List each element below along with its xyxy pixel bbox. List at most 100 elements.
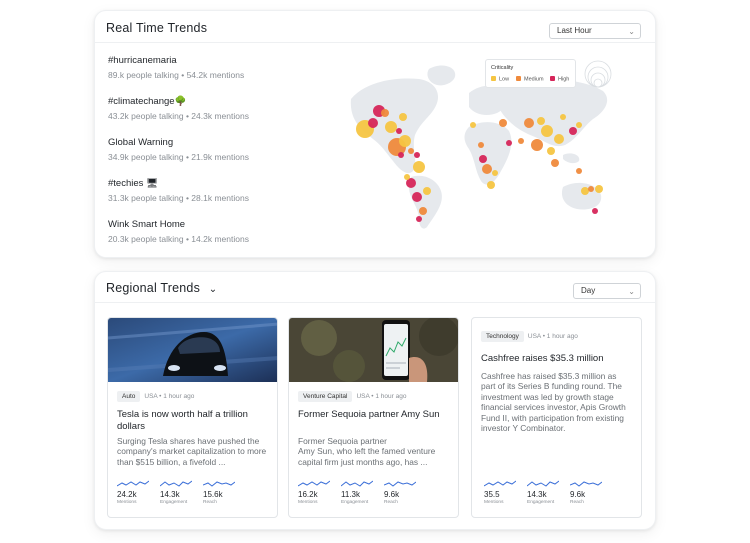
metric-reach: 9.6k Reach	[570, 480, 602, 505]
map-marker[interactable]	[541, 125, 553, 137]
map-marker[interactable]	[592, 208, 598, 214]
map-marker[interactable]	[413, 161, 425, 173]
real-time-trends-card: Real Time Trends Last Hour ⌄ #hurricanem…	[94, 10, 656, 258]
trend-name: Wink Smart Home	[108, 219, 186, 230]
map-marker[interactable]	[385, 121, 397, 133]
map-marker[interactable]	[581, 187, 589, 195]
legend-title: Criticality	[491, 65, 514, 71]
map-marker[interactable]	[506, 140, 512, 146]
regional-trends-title[interactable]: Regional Trends ⌄	[106, 281, 217, 295]
trend-item[interactable]: #techies 🖥 31.3k people talking • 28.1k …	[108, 178, 249, 203]
news-title[interactable]: Cashfree raises $35.3 million	[481, 353, 632, 365]
map-marker[interactable]	[398, 152, 404, 158]
tesla-car-image	[108, 318, 277, 382]
map-marker[interactable]	[412, 192, 422, 202]
map-marker[interactable]	[423, 187, 431, 195]
map-marker[interactable]	[537, 117, 545, 125]
news-excerpt: Surging Tesla shares have pushed the com…	[117, 436, 267, 467]
news-excerpt: Cashfree has raised $35.3 million as par…	[481, 371, 626, 434]
news-card[interactable]: Venture Capital USA • 1 hour ago Former S…	[288, 317, 459, 518]
map-marker[interactable]	[416, 216, 422, 222]
trend-name: #climatechange🌳	[108, 96, 187, 107]
map-marker[interactable]	[482, 164, 492, 174]
card-meta: Technology USA • 1 hour ago	[481, 331, 578, 342]
map-marker[interactable]	[399, 135, 411, 147]
size-scale-icon	[584, 60, 612, 88]
map-marker[interactable]	[487, 181, 495, 189]
trend-stats: 43.2k people talking • 24.3k mentions	[108, 111, 249, 121]
map-marker[interactable]	[404, 174, 410, 180]
map-marker[interactable]	[492, 170, 498, 176]
category-tag[interactable]: Technology	[481, 331, 524, 342]
real-time-trends-title: Real Time Trends	[106, 21, 208, 35]
map-marker[interactable]	[408, 148, 414, 154]
category-tag[interactable]: Venture Capital	[298, 391, 353, 402]
period-select[interactable]: Last Hour ⌄	[549, 23, 641, 39]
news-card[interactable]: Auto USA • 1 hour ago Tesla is now worth …	[107, 317, 278, 518]
map-marker[interactable]	[560, 114, 566, 120]
trend-item[interactable]: #hurricanemaria 89.k people talking • 54…	[108, 55, 244, 80]
metric-engagement: 11.3k Engagement	[341, 480, 373, 505]
metric-reach: 9.6k Reach	[384, 480, 416, 505]
news-excerpt: Former Sequoia partner Amy Sun, who left…	[298, 436, 436, 467]
trend-name: Global Warning	[108, 137, 174, 148]
trend-item[interactable]: Global Warning 34.9k people talking • 21…	[108, 137, 249, 162]
trend-stats: 31.3k people talking • 28.1k mentions	[108, 193, 249, 203]
map-marker[interactable]	[478, 142, 484, 148]
metric-engagement: 14.3k Engagement	[527, 480, 559, 505]
map-marker[interactable]	[414, 152, 420, 158]
regional-trends-card: Regional Trends ⌄ Day ⌄ Auto USA • 1 hou…	[94, 271, 656, 530]
legend-item-low: Low	[491, 76, 509, 83]
map-marker[interactable]	[479, 155, 487, 163]
period-select-value: Day	[581, 286, 596, 295]
map-marker[interactable]	[588, 186, 594, 192]
period-select[interactable]: Day ⌄	[573, 283, 641, 299]
period-select-value: Last Hour	[557, 26, 592, 35]
legend-item-medium: Medium	[516, 76, 544, 83]
map-marker[interactable]	[419, 207, 427, 215]
trend-stats: 89.k people talking • 54.2k mentions	[108, 70, 245, 80]
metric-mentions: 24.2k Mentions	[117, 480, 149, 505]
map-marker[interactable]	[518, 138, 524, 144]
trend-stats: 20.3k people talking • 14.2k mentions	[108, 234, 249, 244]
map-marker[interactable]	[576, 122, 582, 128]
map-marker[interactable]	[595, 185, 603, 193]
news-title[interactable]: Tesla is now worth half a trillion dolla…	[117, 409, 268, 432]
map-marker[interactable]	[551, 159, 559, 167]
divider	[95, 302, 655, 303]
trend-stats: 34.9k people talking • 21.9k mentions	[108, 152, 249, 162]
criticality-legend: Criticality Low Medium High	[485, 59, 576, 88]
map-marker[interactable]	[499, 119, 507, 127]
news-card[interactable]: Technology USA • 1 hour ago Cashfree rais…	[471, 317, 642, 518]
metric-reach: 15.6k Reach	[203, 480, 235, 505]
trend-item[interactable]: #climatechange🌳 43.2k people talking • 2…	[108, 96, 249, 121]
metric-engagement: 14.3k Engagement	[160, 480, 192, 505]
chevron-down-icon[interactable]: ⌄	[209, 284, 218, 295]
map-marker[interactable]	[368, 118, 378, 128]
map-marker[interactable]	[524, 118, 534, 128]
legend-item-high: High	[550, 76, 569, 83]
world-map[interactable]	[341, 59, 621, 235]
map-marker[interactable]	[531, 139, 543, 151]
map-marker[interactable]	[399, 113, 407, 121]
news-title[interactable]: Former Sequoia partner Amy Sun	[298, 409, 449, 421]
metric-mentions: 16.2k Mentions	[298, 480, 330, 505]
trend-item[interactable]: Wink Smart Home 20.3k people talking • 1…	[108, 219, 249, 244]
card-meta: Venture Capital USA • 1 hour ago	[298, 391, 406, 402]
map-marker[interactable]	[569, 127, 577, 135]
trend-name: #techies 🖥	[108, 178, 159, 189]
trend-name: #hurricanemaria	[108, 55, 177, 66]
map-marker[interactable]	[381, 109, 389, 117]
divider	[95, 42, 655, 43]
chevron-down-icon: ⌄	[628, 27, 635, 36]
map-marker[interactable]	[576, 168, 582, 174]
chevron-down-icon: ⌄	[628, 287, 635, 296]
metric-mentions: 35.5 Mentions	[484, 480, 516, 505]
map-marker[interactable]	[554, 134, 564, 144]
map-marker[interactable]	[547, 147, 555, 155]
phone-in-hand-image	[289, 318, 458, 382]
card-meta: Auto USA • 1 hour ago	[117, 391, 194, 402]
category-tag[interactable]: Auto	[117, 391, 141, 402]
map-marker[interactable]	[396, 128, 402, 134]
map-marker[interactable]	[470, 122, 476, 128]
